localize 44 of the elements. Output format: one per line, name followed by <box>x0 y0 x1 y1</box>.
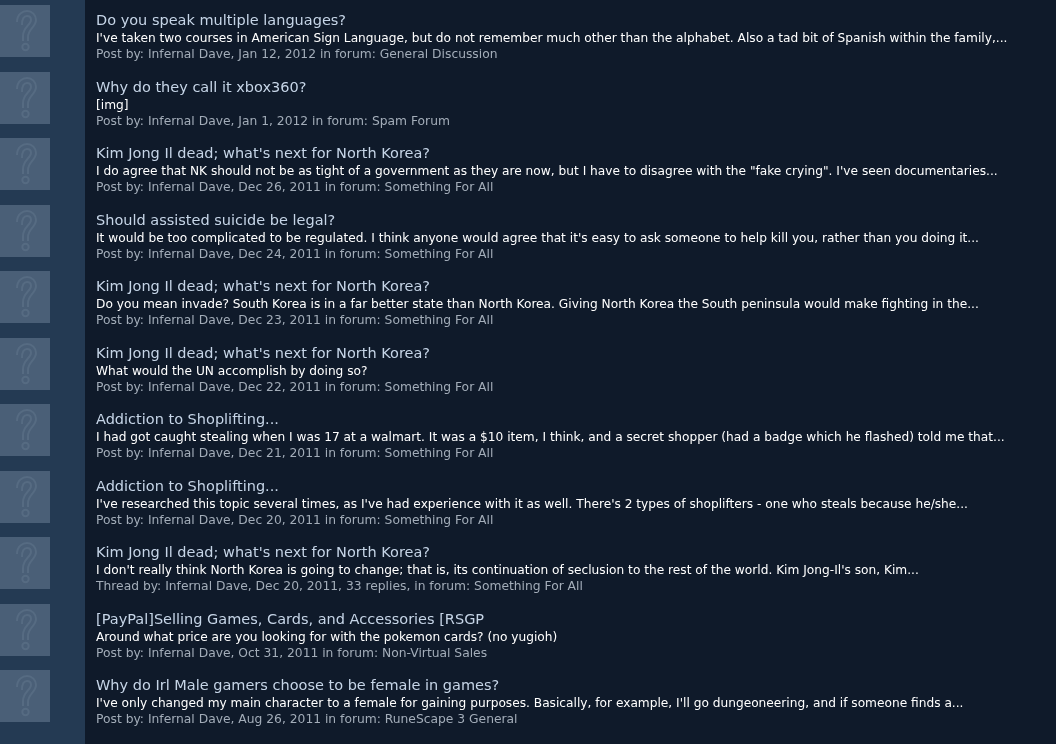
question-mark-avatar-icon[interactable] <box>0 271 50 323</box>
post-snippet: [img] <box>96 96 129 113</box>
post-meta: Post by: Infernal Dave, Dec 26, 2011 in forum: Something For All <box>96 179 494 195</box>
post-snippet: Do you mean invade? South Korea is in a far better state than North Korea. Giving North Korea the South peninsula would make fighting in the... <box>96 296 979 312</box>
post-title-link[interactable]: [PayPal]Selling Games, Cards, and Accessories [RSGP <box>96 608 485 629</box>
question-mark-avatar-icon[interactable] <box>0 71 50 124</box>
post-meta: Post by: Infernal Dave, Dec 20, 2011 in forum: Something For All <box>96 511 494 528</box>
post-title-link[interactable]: Do you speak multiple languages? <box>96 10 347 30</box>
post-snippet: I've only changed my main character to a female for gaining purposes. Basically, for example, I'll go dungeoneering, and if someone finds a... <box>96 695 964 711</box>
post-title-link[interactable]: Kim Jong Il dead; what's next for North Korea? <box>96 342 431 363</box>
post-meta: Post by: Infernal Dave, Jan 1, 2012 in forum: Spam Forum <box>96 112 450 129</box>
post-snippet: What would the UN accomplish by doing so? <box>96 362 368 379</box>
question-mark-avatar-icon[interactable] <box>0 603 50 656</box>
post-title-link[interactable]: Why do they call it xbox360? <box>96 76 307 97</box>
post-title-link[interactable]: Addiction to Shoplifting... <box>96 475 279 496</box>
post-snippet: I do agree that NK should not be as tight of a government as they are now, but I have to disagree with the "fake crying". I've seen documentaries... <box>96 163 998 179</box>
post-title-link[interactable]: Why do Irl Male gamers choose to be female in games? <box>96 675 500 695</box>
question-mark-avatar-icon[interactable] <box>0 5 50 57</box>
post-snippet: I had got caught stealing when I was 17 at a walmart. It was a $10 item, I think, and a secret shopper (had a badge which he flashed) told me that... <box>96 429 1005 445</box>
question-mark-avatar-icon[interactable] <box>0 670 50 722</box>
post-meta: Thread by: Infernal Dave, Dec 20, 2011, 33 replies, in forum: Something For All <box>96 578 583 594</box>
post-title-link[interactable]: Kim Jong Il dead; what's next for North Korea? <box>96 542 431 562</box>
post-snippet: Around what price are you looking for with the pokemon cards? (no yugioh) <box>96 628 558 645</box>
post-meta: Post by: Infernal Dave, Jan 12, 2012 in forum: General Discussion <box>96 46 498 62</box>
post-meta: Post by: Infernal Dave, Dec 23, 2011 in forum: Something For All <box>96 312 494 328</box>
post-snippet: It would be too complicated to be regulated. I think anyone would agree that it's easy to ask someone to help kill you, rather than you doing it... <box>96 229 979 246</box>
question-mark-avatar-icon[interactable] <box>0 470 50 523</box>
question-mark-avatar-icon[interactable] <box>0 404 50 456</box>
post-meta: Post by: Infernal Dave, Dec 22, 2011 in forum: Something For All <box>96 378 494 395</box>
post-meta: Post by: Infernal Dave, Dec 24, 2011 in forum: Something For All <box>96 245 494 262</box>
post-title-link[interactable]: Addiction to Shoplifting... <box>96 409 279 429</box>
post-meta: Post by: Infernal Dave, Aug 26, 2011 in forum: RuneScape 3 General <box>96 711 518 727</box>
question-mark-avatar-icon[interactable] <box>0 337 50 390</box>
post-title-link[interactable]: Should assisted suicide be legal? <box>96 209 336 230</box>
question-mark-avatar-icon[interactable] <box>0 204 50 257</box>
post-title-link[interactable]: Kim Jong Il dead; what's next for North Korea? <box>96 143 431 163</box>
question-mark-avatar-icon[interactable] <box>0 138 50 190</box>
post-snippet: I've researched this topic several times, as I've had experience with it as well. There's 2 types of shoplifters - one who steals because he/she... <box>96 495 968 512</box>
post-snippet: I've taken two courses in American Sign Language, but do not remember much other than the alphabet. Also a tad bit of Spanish within the family,... <box>96 30 1008 46</box>
question-mark-avatar-icon[interactable] <box>0 537 50 589</box>
post-meta: Post by: Infernal Dave, Dec 21, 2011 in forum: Something For All <box>96 445 494 461</box>
post-title-link[interactable]: Kim Jong Il dead; what's next for North Korea? <box>96 276 431 296</box>
post-meta: Post by: Infernal Dave, Oct 31, 2011 in forum: Non-Virtual Sales <box>96 644 488 661</box>
post-snippet: I don't really think North Korea is going to change; that is, its continuation of seclusion to the rest of the world. Kim Jong-Il's son, Kim... <box>96 562 919 578</box>
